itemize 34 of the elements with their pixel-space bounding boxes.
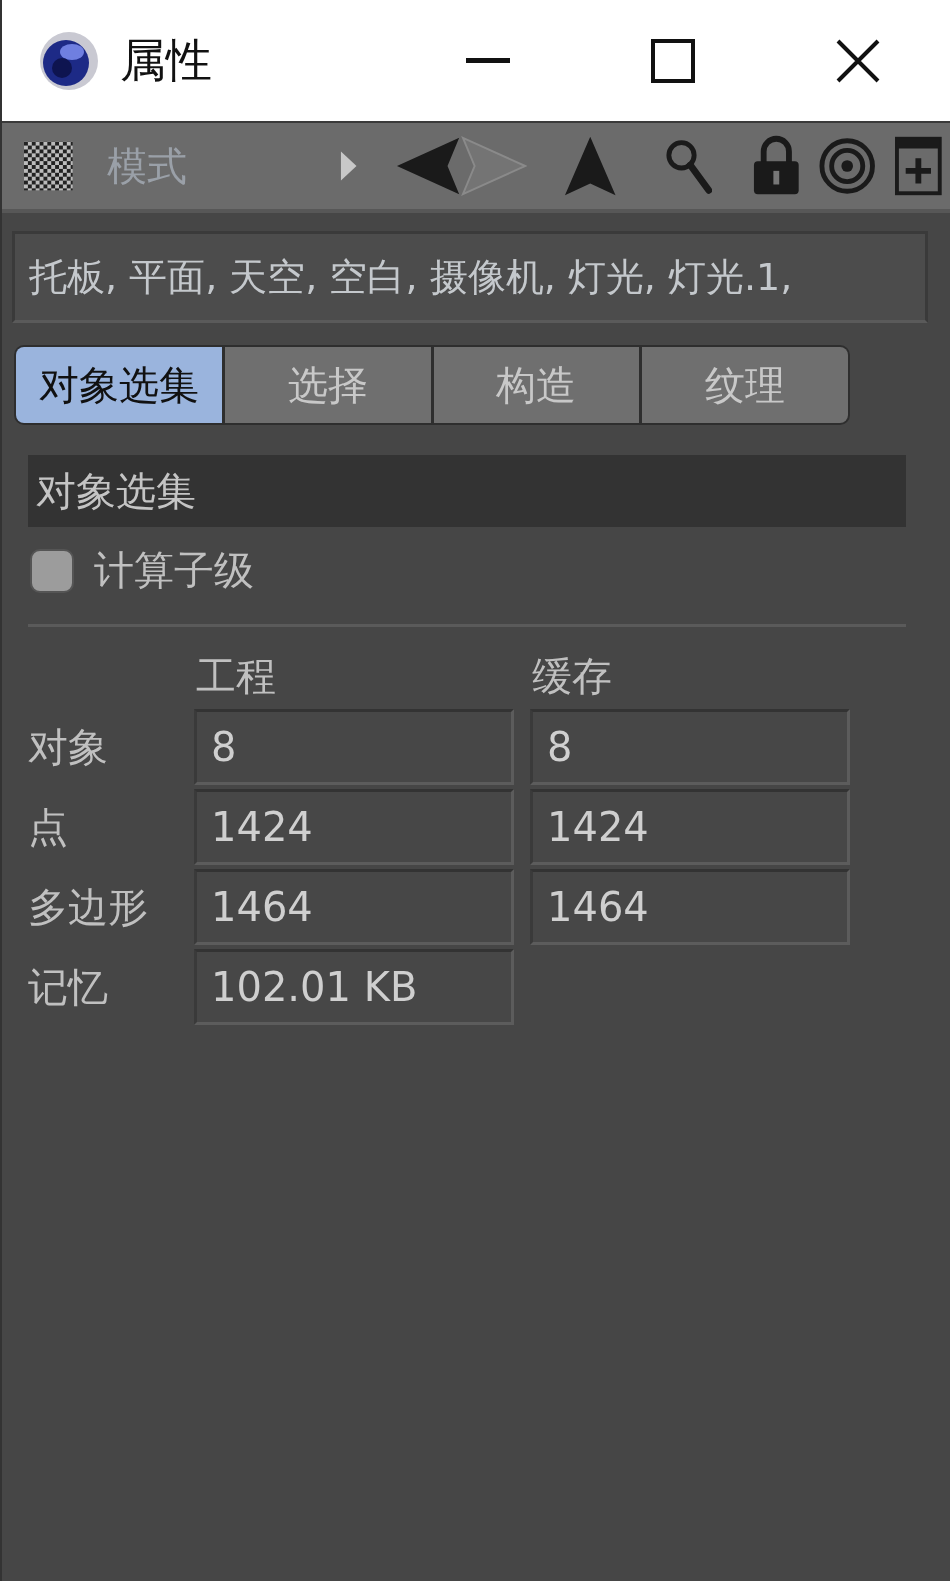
search-icon[interactable]	[663, 137, 713, 195]
play-triangle-icon[interactable]	[339, 149, 359, 183]
value-field: 8	[530, 709, 850, 785]
tab[interactable]: 纹理	[642, 347, 848, 423]
value-field: 1424	[194, 789, 514, 865]
value-field: 1464	[530, 869, 850, 945]
tab[interactable]: 选择	[224, 347, 431, 423]
lock-icon[interactable]	[752, 135, 801, 197]
grid-pattern-icon[interactable]	[24, 141, 73, 191]
value-field: 1464	[194, 869, 514, 945]
checkbox[interactable]	[30, 548, 74, 593]
section-header: 对象选集	[28, 455, 906, 527]
minimize-icon	[465, 57, 510, 64]
target-icon[interactable]	[818, 137, 876, 195]
value-field: 102.01 KB	[194, 949, 514, 1025]
app-logo-icon	[38, 29, 100, 92]
value-field: 1424	[530, 789, 850, 865]
row-label: 点	[28, 802, 69, 852]
column-header: 工程	[195, 652, 277, 701]
row-label: 多边形	[28, 882, 149, 932]
new-panel-icon[interactable]	[895, 136, 942, 196]
row-label: 对象	[28, 722, 109, 772]
tab[interactable]: 构造	[433, 347, 640, 423]
up-arrow-icon[interactable]	[563, 134, 618, 198]
close-icon	[835, 38, 880, 83]
tab[interactable]: 对象选集	[16, 347, 222, 423]
maximize-icon	[650, 38, 695, 83]
value-field: 8	[194, 709, 514, 785]
path-field[interactable]: 托板, 平面, 天空, 空白, 摄像机, 灯光, 灯光.1,	[12, 231, 928, 323]
mode-menu[interactable]: 模式	[106, 138, 292, 194]
column-header: 缓存	[531, 652, 613, 701]
window-title: 属性	[120, 31, 213, 89]
row-label: 记忆	[28, 962, 109, 1012]
checkbox-label: 计算子级	[94, 546, 254, 595]
